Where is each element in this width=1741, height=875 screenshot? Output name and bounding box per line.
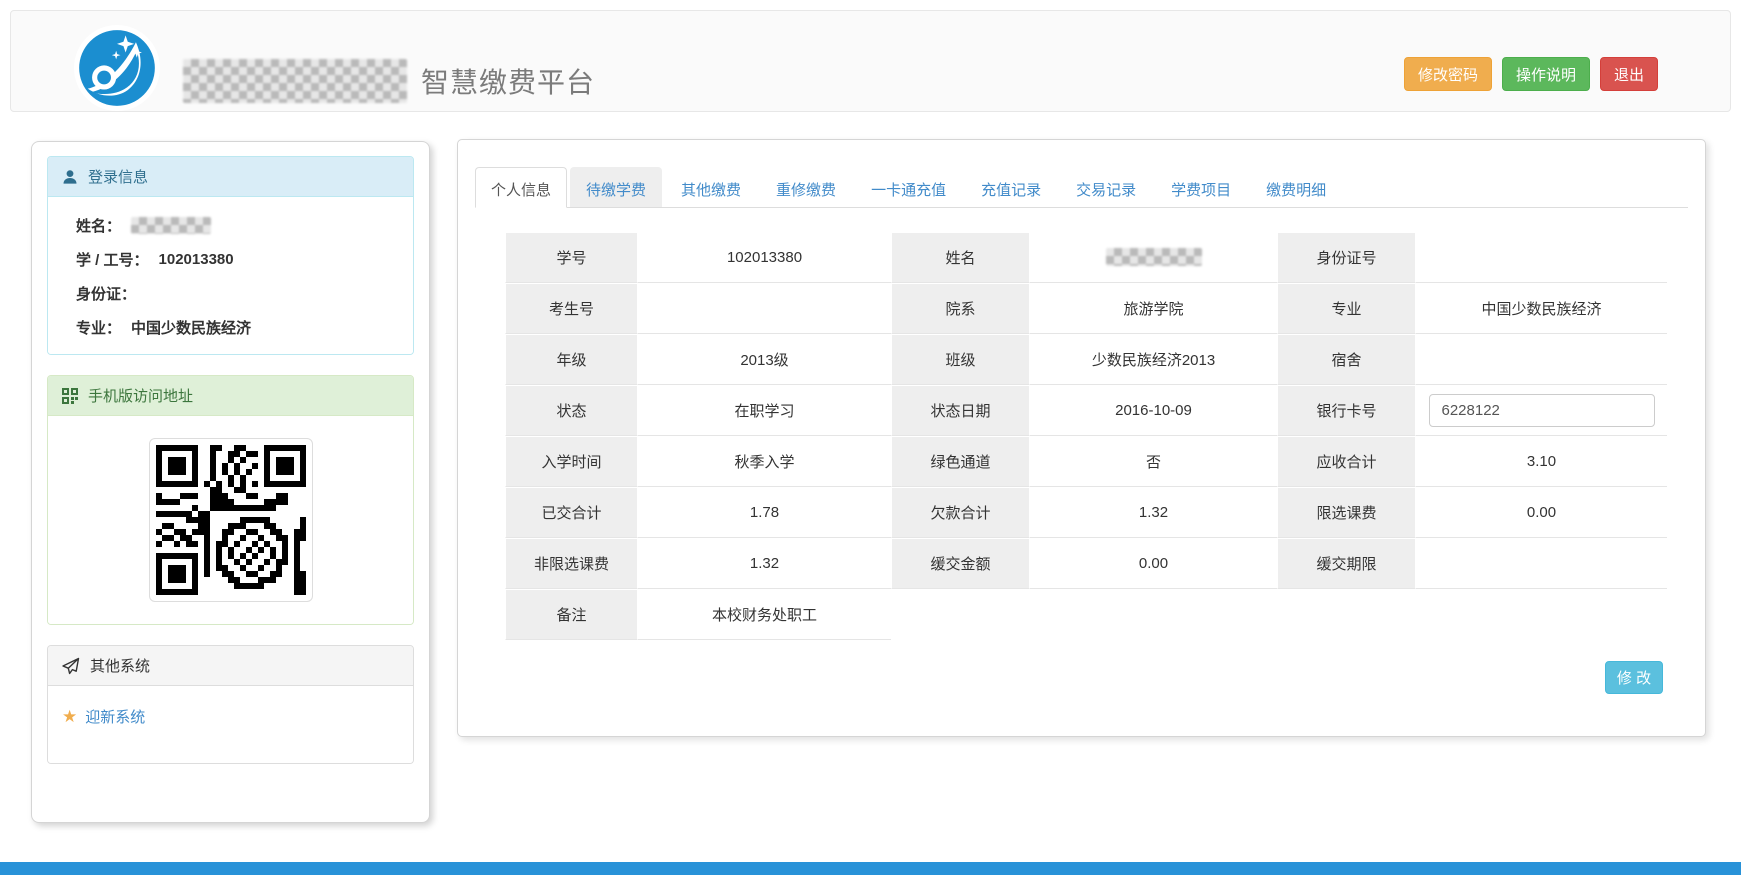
table-row-remark: 备注 本校财务处职工	[505, 589, 1667, 640]
field-label-cell: 已交合计	[505, 487, 638, 538]
field-value-cell: 0.00	[1416, 487, 1667, 538]
login-field-major: 专业： 中国少数民族经济	[76, 320, 252, 337]
tab-recharge-records[interactable]: 充值记录	[965, 167, 1057, 207]
footer-bar	[0, 862, 1741, 875]
tab-other-payment[interactable]: 其他缴费	[665, 167, 757, 207]
field-label-cell: 应收合计	[1277, 436, 1416, 487]
star-icon: ★	[62, 707, 78, 726]
edit-button[interactable]: 修 改	[1605, 661, 1663, 694]
empty-cell	[891, 589, 1667, 640]
qr-code-image	[155, 445, 306, 595]
tab-transaction-records[interactable]: 交易记录	[1060, 167, 1152, 207]
user-icon	[63, 169, 77, 184]
platform-title: 智慧缴费平台	[421, 67, 596, 98]
panel-title-other-systems: 其他系统	[90, 658, 151, 675]
field-value-cell: 0.00	[1030, 538, 1277, 589]
field-value-cell: 秋季入学	[638, 436, 891, 487]
field-label-cell: 姓名	[891, 232, 1030, 283]
field-value-cell	[638, 283, 891, 334]
field-label-cell: 状态日期	[891, 385, 1030, 436]
tab-tuition-items[interactable]: 学费项目	[1155, 167, 1247, 207]
sidebar: 登录信息 姓名： 学 / 工号： 102013380 身份证： 专业： 中国少数…	[31, 141, 430, 823]
field-value-cell: 1.78	[638, 487, 891, 538]
qr-panel: 手机版访问地址	[47, 375, 414, 625]
field-label-cell: 学号	[505, 232, 638, 283]
tab-payment-details[interactable]: 缴费明细	[1250, 167, 1342, 207]
table-row: 非限选课费 1.32 缓交金额 0.00 缓交期限	[505, 538, 1667, 589]
qr-code-icon	[62, 387, 78, 404]
field-label-cell: 班级	[891, 334, 1030, 385]
name-masked-value	[131, 217, 212, 234]
table-row: 已交合计 1.78 欠款合计 1.32 限选课费 0.00	[505, 487, 1667, 538]
field-label-cell: 年级	[505, 334, 638, 385]
school-name-redacted	[183, 59, 407, 103]
instructions-button[interactable]: 操作说明	[1501, 57, 1590, 91]
panel-title-qr: 手机版访问地址	[88, 388, 194, 405]
field-value-cell: 旅游学院	[1030, 283, 1277, 334]
personal-info-table: 学号 102013380 姓名 身份证号 考生号 院系 旅游学院 专业 中国少数…	[505, 232, 1667, 640]
field-label-cell: 限选课费	[1277, 487, 1416, 538]
field-label-cell: 身份证号	[1277, 232, 1416, 283]
tab-retake-payment[interactable]: 重修缴费	[760, 167, 852, 207]
field-value-cell	[1030, 232, 1277, 283]
tab-bar: 个人信息 待缴学费 其他缴费 重修缴费 一卡通充值 充值记录 交易记录 学费项目…	[475, 167, 1688, 208]
field-value-cell	[1416, 334, 1667, 385]
field-value-cell: 2016-10-09	[1030, 385, 1277, 436]
field-value-cell: 否	[1030, 436, 1277, 487]
tab-card-recharge[interactable]: 一卡通充值	[855, 167, 962, 207]
tab-personal-info[interactable]: 个人信息	[475, 167, 568, 208]
field-label-cell: 考生号	[505, 283, 638, 334]
login-field-id-card: 身份证：	[76, 286, 137, 303]
tab-pending-tuition[interactable]: 待缴学费	[570, 167, 663, 207]
paper-plane-icon	[62, 657, 80, 674]
field-label-cell: 专业	[1277, 283, 1416, 334]
field-label-cell: 缓交金额	[891, 538, 1030, 589]
header-bar: 智慧缴费平台 修改密码 操作说明 退出	[10, 10, 1731, 112]
table-row: 入学时间 秋季入学 绿色通道 否 应收合计 3.10	[505, 436, 1667, 487]
app-logo	[74, 25, 160, 111]
field-value-cell: 102013380	[638, 232, 891, 283]
field-value-cell	[1416, 385, 1667, 436]
field-label-cell: 状态	[505, 385, 638, 436]
table-row: 年级 2013级 班级 少数民族经济2013 宿舍	[505, 334, 1667, 385]
name-masked-value	[1105, 248, 1202, 266]
other-systems-panel: 其他系统 ★ 迎新系统	[47, 645, 414, 764]
table-row: 考生号 院系 旅游学院 专业 中国少数民族经济	[505, 283, 1667, 334]
field-label-cell: 入学时间	[505, 436, 638, 487]
table-row: 学号 102013380 姓名 身份证号	[505, 232, 1667, 283]
welcome-system-link[interactable]: 迎新系统	[85, 706, 145, 727]
field-label-cell: 非限选课费	[505, 538, 638, 589]
table-row: 状态 在职学习 状态日期 2016-10-09 银行卡号	[505, 385, 1667, 436]
field-label-cell: 欠款合计	[891, 487, 1030, 538]
login-field-id-number: 学 / 工号： 102013380	[76, 251, 234, 269]
field-label-cell: 绿色通道	[891, 436, 1030, 487]
bank-card-input[interactable]	[1428, 393, 1655, 427]
field-label-cell: 院系	[891, 283, 1030, 334]
field-value-cell	[1416, 232, 1667, 283]
field-value-cell: 中国少数民族经济	[1416, 283, 1667, 334]
logout-button[interactable]: 退出	[1599, 57, 1658, 91]
field-value-cell: 1.32	[1030, 487, 1277, 538]
change-password-button[interactable]: 修改密码	[1403, 57, 1492, 91]
field-value-cell: 1.32	[638, 538, 891, 589]
login-info-panel: 登录信息 姓名： 学 / 工号： 102013380 身份证： 专业： 中国少数…	[47, 156, 414, 355]
field-value-cell: 2013级	[638, 334, 891, 385]
field-label-cell: 缓交期限	[1277, 538, 1416, 589]
main-panel: 个人信息 待缴学费 其他缴费 重修缴费 一卡通充值 充值记录 交易记录 学费项目…	[457, 139, 1706, 737]
field-label-cell: 备注	[505, 589, 638, 640]
field-label-cell: 宿舍	[1277, 334, 1416, 385]
field-value-cell	[1416, 538, 1667, 589]
field-label-cell: 银行卡号	[1277, 385, 1416, 436]
field-value-cell: 3.10	[1416, 436, 1667, 487]
login-field-name: 姓名：	[76, 215, 399, 236]
qr-code-frame	[148, 438, 313, 602]
field-value-cell: 少数民族经济2013	[1030, 334, 1277, 385]
panel-title-login: 登录信息	[88, 169, 149, 186]
field-value-cell: 本校财务处职工	[638, 589, 891, 640]
field-value-cell: 在职学习	[638, 385, 891, 436]
